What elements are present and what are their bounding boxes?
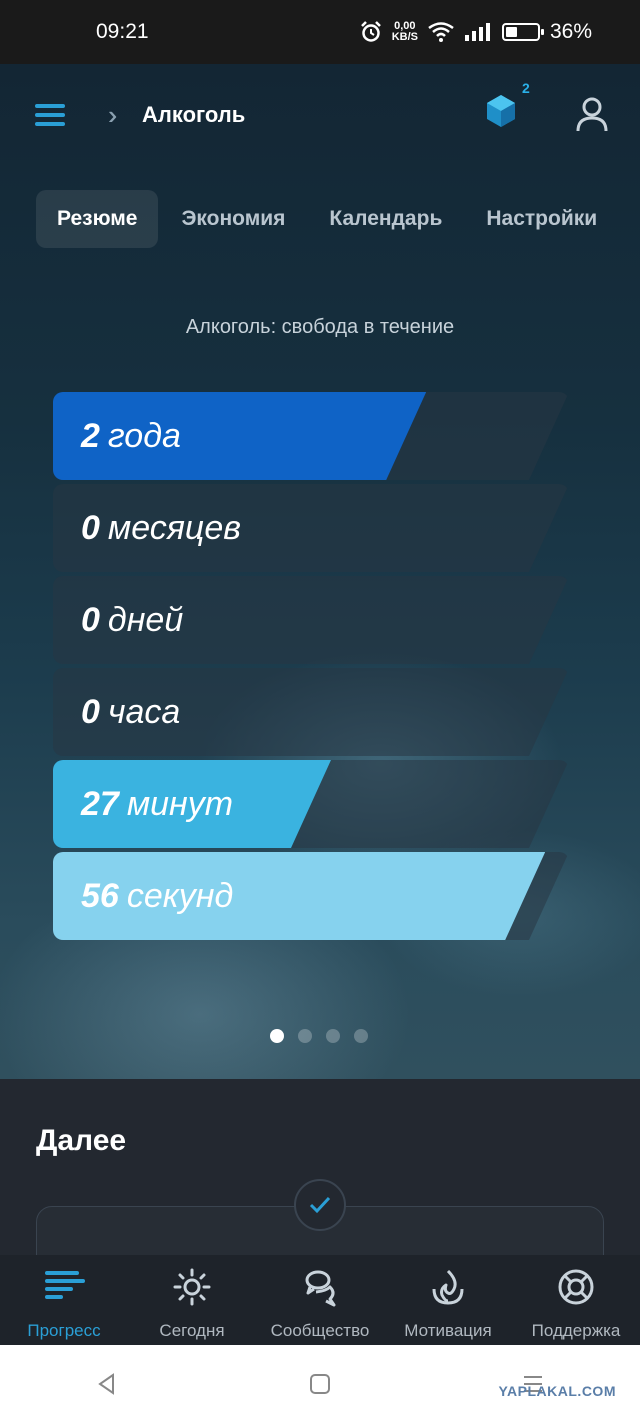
tab-calendar[interactable]: Календарь <box>308 190 463 248</box>
duration-days: 0 дней <box>53 576 573 664</box>
motivation-icon <box>426 1265 470 1309</box>
tab-settings[interactable]: Настройки <box>465 190 618 248</box>
alarm-icon <box>360 21 381 42</box>
status-time: 09:21 <box>96 20 149 43</box>
bottom-nav: Прогресс Сегодня Сообщество Мотивация По… <box>0 1255 640 1345</box>
top-bar: ›› Алкоголь 2 <box>0 64 640 164</box>
gem-count-badge: 2 <box>522 80 530 96</box>
back-icon[interactable] <box>95 1372 119 1396</box>
battery-percent: 36% <box>549 20 592 43</box>
duration-minutes: 27 минут <box>53 760 573 848</box>
duration-bars: 2 года 0 месяцев 0 дней 0 часа 27 минут 56 сек… <box>53 392 573 944</box>
community-icon <box>298 1265 342 1309</box>
tab-bar: Резюме Экономия Календарь Настройки <box>36 190 620 248</box>
net-speed: 0,00 KB/S <box>391 20 418 43</box>
nav-support[interactable]: Поддержка <box>512 1265 640 1341</box>
page-title[interactable]: Алкоголь <box>142 102 245 128</box>
menu-icon[interactable] <box>35 104 65 126</box>
page-dot[interactable] <box>354 1029 368 1043</box>
nav-motivation[interactable]: Мотивация <box>384 1265 512 1341</box>
watermark-text: YAPLAKAL.COM <box>498 1383 616 1399</box>
duration-hours: 0 часа <box>53 668 573 756</box>
wifi-icon <box>428 22 454 42</box>
status-bar: 09:21 0,00 KB/S 36% <box>0 0 640 64</box>
page-dot[interactable] <box>298 1029 312 1043</box>
next-title: Далее <box>36 1124 127 1157</box>
home-icon[interactable] <box>308 1372 332 1396</box>
user-icon[interactable] <box>576 96 608 132</box>
progress-icon <box>42 1265 86 1309</box>
signal-icon <box>464 23 490 41</box>
tab-summary[interactable]: Резюме <box>36 190 159 248</box>
duration-months: 0 месяцев <box>53 484 573 572</box>
status-icons: 0,00 KB/S 36% <box>360 20 592 44</box>
check-icon <box>294 1179 346 1231</box>
nav-today[interactable]: Сегодня <box>128 1265 256 1341</box>
battery-icon <box>501 23 544 41</box>
double-chevron-icon: ›› <box>108 100 120 130</box>
duration-seconds: 56 секунд <box>53 852 573 940</box>
next-section: Далее <box>0 1079 640 1286</box>
tab-savings[interactable]: Экономия <box>160 190 306 248</box>
summary-subtitle: Алкоголь: свобода в течение <box>185 316 455 338</box>
page-dot[interactable] <box>270 1029 284 1043</box>
hero-section: ›› Алкоголь 2 Резюме Экономия Календарь … <box>0 64 640 1079</box>
page-indicator <box>270 1029 368 1043</box>
hexagon-gem-icon[interactable] <box>486 94 516 128</box>
duration-years: 2 года <box>53 392 573 480</box>
nav-community[interactable]: Сообщество <box>256 1265 384 1341</box>
sun-icon <box>170 1265 214 1309</box>
lifebuoy-icon <box>554 1265 598 1309</box>
page-dot[interactable] <box>326 1029 340 1043</box>
nav-progress[interactable]: Прогресс <box>0 1265 128 1341</box>
